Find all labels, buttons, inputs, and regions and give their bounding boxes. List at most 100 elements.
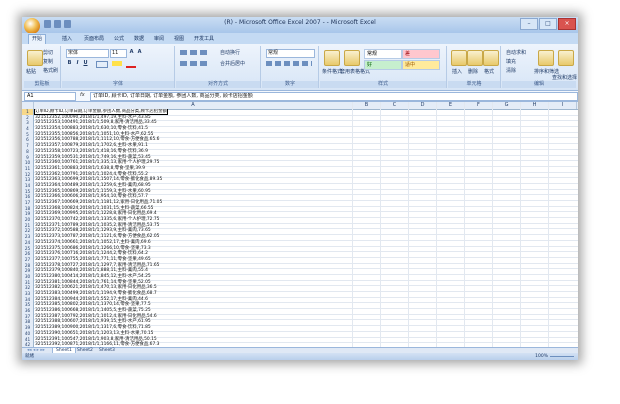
tab-developer[interactable]: 开发工具 (194, 35, 214, 42)
vertical-align-icons[interactable] (180, 50, 210, 55)
column-header-f[interactable]: F (465, 102, 493, 109)
column-header-c[interactable]: C (381, 102, 409, 109)
fill-button[interactable]: 填充 (506, 58, 516, 65)
bold-button[interactable]: B (66, 60, 73, 67)
conditional-format-icon[interactable] (324, 50, 340, 66)
editing-label: 编辑 (502, 81, 576, 88)
font-label: 字体 (62, 81, 174, 88)
conditional-format-button[interactable]: 条件格式 (322, 68, 342, 75)
cut-button[interactable]: 剪切 (43, 49, 53, 56)
font-name-select[interactable]: 宋体 (66, 49, 109, 58)
column-header-b[interactable]: B (353, 102, 381, 109)
zoom-level[interactable]: 100% (535, 353, 548, 360)
number-format-icons[interactable] (266, 61, 312, 66)
formula-input[interactable]: 订单ID, 顾卡ID, 订单日期, 订单金额, 参团人数, 商品分类, 顾卡店招… (90, 92, 578, 101)
cells-label: 单元格 (448, 81, 500, 88)
column-header-g[interactable]: G (493, 102, 521, 109)
column-header-i[interactable]: I (549, 102, 577, 109)
number-label: 数字 (262, 81, 318, 88)
style-neutral[interactable]: 适中 (402, 60, 440, 70)
cell-value: 321512373,100787,2018/1/1,1121,6,零食-方便食品… (35, 234, 160, 240)
tab-view[interactable]: 视图 (174, 35, 184, 42)
merge-center-button[interactable]: 合并后居中 (220, 60, 245, 67)
excel-window: (R) - Microsoft Office Excel 2007 - - Mi… (22, 17, 578, 360)
border-icon[interactable] (96, 61, 108, 68)
grow-font-icon[interactable]: A (128, 49, 135, 56)
cell-value: 321512368,100824,2018/1/1,1031,15,主料-蔬菜,… (35, 205, 154, 211)
style-bad[interactable]: 差 (402, 49, 440, 59)
insert-cells-icon[interactable] (451, 50, 467, 66)
style-normal[interactable]: 常规 (364, 49, 402, 59)
styles-label: 样式 (320, 81, 446, 88)
fx-icon[interactable]: fx (80, 92, 85, 98)
cell-value: 321512353,100491,2018/1/1,509,8,家用-清洁用品,… (35, 120, 157, 126)
cell-value: 321512389,100900,2018/1/1,1317,6,零食-饮料,7… (35, 325, 151, 331)
select-all-corner[interactable] (22, 102, 34, 109)
zoom-slider[interactable] (550, 356, 574, 357)
cell-value: 321512352,100090,2018/1/1,497,19,主料-水产,4… (35, 114, 151, 120)
find-select-icon[interactable] (558, 50, 574, 66)
insert-cells-button[interactable]: 插入 (452, 68, 462, 75)
column-header-d[interactable]: D (409, 102, 437, 109)
cell-value: 321512374,100661,2018/1/1,1052,17,主料-禽肉,… (35, 239, 151, 245)
font-size-select[interactable]: 11 (110, 49, 127, 58)
cell-value: 订单ID,顾卡ID,订单日期,订单金额,参团人数,商品分类,顾卡店招金额 (34, 109, 168, 115)
column-header-a[interactable]: A (34, 102, 353, 109)
ribbon: 粘贴 剪切 复制 格式刷 剪贴板 宋体 11 A A B I U 字体 自动换行… (22, 44, 578, 91)
column-header-e[interactable]: E (437, 102, 465, 109)
cell-value: 321512370,100742,2018/1/1,1335,6,家用-个人护理… (35, 217, 160, 223)
format-as-table-icon[interactable] (344, 50, 360, 66)
worksheet-grid[interactable]: 1 订单ID,顾卡ID,订单日期,订单金额,参团人数,商品分类,顾卡店招金额 2 32… (22, 109, 578, 347)
shrink-font-icon[interactable]: A (136, 49, 143, 56)
clear-button[interactable]: 清除 (506, 67, 516, 74)
wrap-text-button[interactable]: 自动换行 (220, 49, 240, 56)
paste-icon[interactable] (27, 50, 43, 66)
cell-value: 321512376,100716,2018/1/1,1244,2,零食-饮料,6… (35, 251, 148, 257)
cell-value: 321512386,100668,2018/1/1,1405,5,主料-蔬菜,7… (35, 308, 151, 314)
cell-value: 321512380,100414,2018/1/1,845,12,主料-水产,5… (35, 273, 151, 279)
format-cells-button[interactable]: 格式 (484, 68, 494, 75)
copy-button[interactable]: 复制 (43, 58, 53, 65)
format-painter-button[interactable]: 格式刷 (43, 67, 58, 74)
cell-value: 321512364,100489,2018/1/1,1259,6,主料-禽肉,6… (35, 182, 151, 188)
number-format-select[interactable]: 常规 (266, 49, 315, 58)
tab-data[interactable]: 数据 (134, 35, 144, 42)
cell-value: 321512379,100840,2018/1/1,888,11,主料-禽肉,5… (35, 268, 148, 274)
cell-value: 321512363,100699,2018/1/1,1507,14,零食-膨化食… (35, 177, 163, 183)
format-cells-icon[interactable] (483, 50, 499, 66)
tab-page-layout[interactable]: 页面布局 (84, 35, 104, 42)
tab-insert[interactable]: 插入 (62, 35, 72, 42)
find-select-button[interactable]: 查找和选择 (552, 74, 577, 81)
style-good[interactable]: 好 (364, 60, 402, 70)
cell-value: 321512355,100856,2018/1/1,1051,10,主料-水产,… (35, 131, 154, 137)
fill-color-icon[interactable] (112, 61, 122, 66)
styles-group: 条件格式 套用表格格式 常规 差 好 适中 样式 (320, 46, 447, 88)
tab-formulas[interactable]: 公式 (114, 35, 124, 42)
cell-value: 321512383,100499,2018/1/1,1194,9,零食-膨化食品… (35, 291, 157, 296)
autosum-button[interactable]: 自动求和 (506, 49, 526, 56)
sort-filter-icon[interactable] (538, 50, 554, 66)
delete-cells-icon[interactable] (467, 50, 483, 66)
cell-value: 321512366,100606,2018/1/1,954,10,零食-饮料,5… (35, 194, 148, 200)
column-header-h[interactable]: H (521, 102, 549, 109)
cell-value: 321512375,100686,2018/1/1,1266,10,零食-坚果,… (35, 245, 151, 251)
font-color-icon[interactable] (126, 61, 136, 68)
underline-button[interactable]: U (82, 60, 89, 67)
cell-value: 321512372,100588,2018/1/1,1293,9,主料-禽肉,7… (35, 228, 151, 234)
delete-cells-button[interactable]: 删除 (468, 68, 478, 75)
italic-button[interactable]: I (74, 60, 81, 67)
paste-button[interactable]: 粘贴 (26, 68, 36, 75)
minimize-icon[interactable]: – (520, 18, 538, 30)
close-icon[interactable]: × (558, 18, 576, 30)
tab-review[interactable]: 审阅 (154, 35, 164, 42)
name-box[interactable]: A1 (24, 92, 76, 101)
cell-value: 321512356,100788,2018/1/1,1112,10,零食-方便食… (35, 137, 160, 143)
horizontal-align-icons[interactable] (180, 61, 210, 66)
number-group: 常规 数字 (262, 46, 319, 88)
cell-value: 321512371,100789,2018/1/1,1035,2,家用-清洁用品… (35, 222, 160, 228)
cell-value: 321512360,100761,2018/1/1,335,13,家用-个人护理… (35, 160, 160, 166)
cell-value: 321512369,100995,2018/1/1,1228,8,家用-日化用品… (35, 211, 157, 217)
maximize-icon[interactable]: □ (539, 18, 557, 30)
tab-home[interactable]: 开始 (28, 34, 47, 44)
cell-value: 321512354,100883,2018/1/1,630,10,零食-饮料,4… (35, 126, 148, 132)
